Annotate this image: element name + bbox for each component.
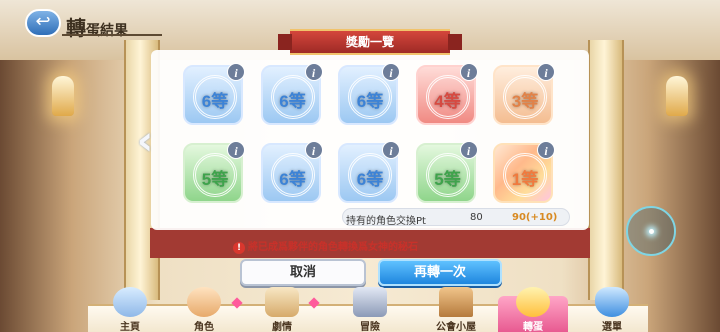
sparkle-cursor-icon — [626, 206, 676, 256]
wall-lamp-left — [52, 76, 74, 116]
reward-item[interactable]: 4等 i — [415, 63, 478, 125]
conversion-notice: ! 將已成爲夥伴的角色轉換爲女神的秘石 — [233, 238, 483, 254]
nav-item-label: 劇情 — [272, 322, 292, 332]
title-underline — [62, 34, 162, 36]
reward-rank: 3等 — [511, 92, 539, 111]
reward-item[interactable]: 6等 i — [338, 63, 400, 125]
nav-item-menu[interactable]: 選單 — [580, 287, 644, 332]
nav-item-label: 選單 — [602, 322, 622, 332]
reward-item[interactable]: 6等 i — [260, 63, 323, 125]
nav-item-guild-house[interactable]: 公會小屋 — [424, 287, 488, 332]
reward-item[interactable]: 6等 i — [260, 141, 323, 203]
nav-item-story[interactable]: 劇情 — [250, 287, 314, 332]
info-icon[interactable]: i — [382, 141, 400, 159]
nav-item-label: 冒險 — [360, 322, 380, 332]
nav-item-label: 轉蛋 — [523, 322, 543, 332]
castle-icon — [113, 287, 147, 317]
info-icon[interactable]: i — [304, 63, 323, 81]
gacha-icon — [516, 287, 550, 317]
reward-item[interactable]: 3等 i — [493, 63, 555, 125]
pillar-right — [588, 40, 624, 300]
guild-house-icon — [439, 287, 473, 317]
nav-item-adventure[interactable]: 冒險 — [338, 287, 402, 332]
reward-grid: 6等 i 6等 i 6等 i 4等 i 3等 i 5等 i 6等 i 6等 i 5等 i 1等 i — [183, 63, 563, 203]
nav-item-home[interactable]: 主頁 — [98, 287, 162, 332]
nav-item-character[interactable]: 角色 — [172, 287, 236, 332]
cancel-button[interactable]: 取消 — [240, 259, 366, 286]
exchange-pt-label: 持有的角色交換Pt — [346, 216, 426, 227]
reward-item[interactable]: 1等 i — [493, 141, 555, 203]
prev-arrow-icon[interactable]: ‹ — [132, 121, 158, 161]
roll-again-button[interactable]: 再轉一次 — [378, 259, 502, 286]
reward-rank: 6等 — [356, 92, 384, 111]
info-icon[interactable]: i — [227, 63, 245, 81]
reward-rank: 6等 — [279, 92, 306, 111]
scroll-icon — [265, 287, 299, 317]
nav-item-label: 主頁 — [120, 322, 140, 332]
info-icon[interactable]: i — [459, 141, 478, 159]
wall-lamp-right — [666, 76, 688, 116]
reward-list-ribbon: 獎勵一覽 — [278, 29, 462, 55]
info-icon[interactable]: i — [459, 63, 478, 81]
info-icon[interactable]: i — [227, 141, 245, 159]
reward-rank: 6等 — [201, 92, 229, 111]
reward-item[interactable]: 6等 i — [183, 63, 245, 125]
reward-rank: 6等 — [279, 170, 306, 189]
info-icon[interactable]: i — [304, 141, 323, 159]
nav-item-label: 角色 — [194, 322, 214, 332]
character-icon — [187, 287, 221, 317]
page-title-initial: 轉 — [66, 18, 86, 40]
back-button[interactable]: ↩ — [25, 9, 61, 37]
info-icon[interactable]: i — [537, 63, 555, 81]
reward-item[interactable]: 5等 i — [415, 141, 478, 203]
menu-crystal-icon — [595, 287, 629, 317]
reward-rank: 1等 — [511, 170, 539, 189]
info-icon[interactable]: i — [382, 63, 400, 81]
reward-rank: 4等 — [434, 92, 461, 111]
exchange-pt-next: 90(+10) — [512, 212, 558, 223]
warning-icon: ! — [233, 242, 245, 254]
nav-item-label: 公會小屋 — [436, 322, 476, 332]
reward-rank: 5等 — [434, 170, 461, 189]
exchange-pt-row: 持有的角色交換Pt 80 90(+10) — [342, 210, 570, 227]
page-title: 轉蛋結果 — [66, 12, 128, 41]
info-icon[interactable]: i — [537, 141, 555, 159]
nav-item-gacha[interactable]: 轉蛋 — [501, 287, 565, 332]
reward-rank: 6等 — [356, 170, 384, 189]
sword-shield-icon — [353, 287, 387, 317]
reward-rank: 5等 — [201, 170, 229, 189]
conversion-notice-text: 將已成爲夥伴的角色轉換爲女神的秘石 — [248, 242, 418, 253]
reward-item[interactable]: 6等 i — [338, 141, 400, 203]
reward-item[interactable]: 5等 i — [183, 141, 245, 203]
exchange-pt-current: 80 — [470, 212, 483, 223]
